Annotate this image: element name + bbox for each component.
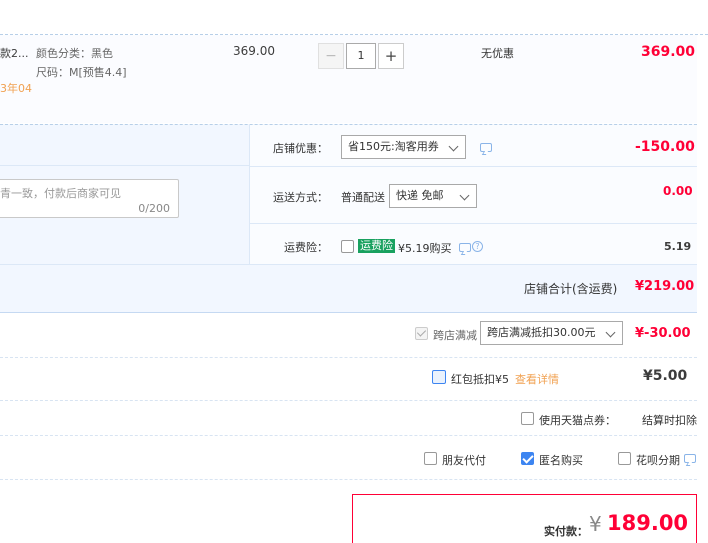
shipping-amount: 0.00 — [663, 184, 693, 198]
insurance-checkbox[interactable] — [341, 240, 354, 253]
shipping-label: 运送方式： — [273, 191, 328, 204]
right-panel-divider-1 — [250, 166, 697, 167]
insurance-badge: 运费险 — [358, 239, 395, 253]
chevron-down-icon — [448, 141, 459, 152]
shipping-select[interactable]: 快递 免邮 — [389, 184, 477, 208]
cross-store-amount: ¥-30.00 — [635, 326, 691, 341]
row-divider — [0, 435, 697, 436]
coupon-amount: -150.00 — [635, 139, 695, 155]
red-packet-checkbox[interactable] — [432, 370, 446, 384]
item-color-sku: 颜色分类：黑色 — [36, 47, 113, 60]
tmall-points-label: 使用天猫点券： — [539, 414, 616, 427]
item-size-sku: 尺码：M[预售4.4] — [36, 66, 127, 79]
huabei-checkbox[interactable] — [618, 452, 631, 465]
item-date: 3年04 — [0, 82, 32, 95]
chat-icon[interactable] — [684, 454, 696, 463]
row-divider — [0, 400, 697, 401]
anonymous-checkbox[interactable] — [521, 452, 534, 465]
cross-store-checkbox — [415, 327, 428, 340]
section-divider — [0, 312, 697, 313]
huabei-label: 花呗分期 — [636, 454, 680, 467]
anonymous-label: 匿名购买 — [539, 454, 583, 467]
help-icon[interactable]: ? — [472, 241, 483, 252]
friend-pay-label: 朋友代付 — [442, 454, 486, 467]
shipping-select-value: 快递 免邮 — [396, 189, 444, 202]
insurance-amount: 5.19 — [664, 240, 692, 253]
row-divider — [0, 479, 697, 480]
store-total-value: ¥219.00 — [635, 279, 695, 294]
tmall-points-checkbox[interactable] — [521, 412, 534, 425]
right-panel-divider-2 — [250, 223, 697, 224]
item-promo: 无优惠 — [481, 47, 514, 60]
message-counter: 0/200 — [138, 202, 170, 215]
chat-icon[interactable] — [459, 243, 471, 252]
buyer-message-textarea[interactable]: 青一致，付款后商家可见 0/200 — [0, 179, 179, 218]
cross-store-label: 跨店满减 — [433, 329, 477, 342]
insurance-label: 运费险： — [284, 241, 328, 254]
item-subtotal: 369.00 — [641, 44, 696, 60]
plus-icon: + — [384, 47, 398, 65]
cross-store-select[interactable]: 跨店满减抵扣30.00元 — [480, 321, 623, 345]
quantity-stepper: − 1 + — [318, 43, 404, 71]
coupon-select[interactable]: 省150元:淘客用券 — [341, 135, 466, 159]
unit-price: 369.00 — [233, 44, 275, 58]
quantity-input[interactable]: 1 — [346, 43, 376, 69]
chat-icon[interactable] — [480, 143, 492, 152]
item-name[interactable]: 款2... — [0, 45, 29, 61]
payment-amount: 189.00 — [607, 511, 689, 535]
chevron-down-icon — [459, 190, 470, 201]
insurance-price: ¥5.19购买 — [398, 242, 452, 255]
coupon-select-value: 省150元:淘客用券 — [348, 140, 439, 153]
tmall-points-note: 结算时扣除 — [642, 414, 697, 427]
message-placeholder: 青一致，付款后商家可见 — [0, 187, 121, 200]
row-divider — [0, 357, 697, 358]
quantity-increase-button[interactable]: + — [378, 43, 404, 69]
shipping-type: 普通配送 — [341, 191, 385, 204]
quantity-decrease-button[interactable]: − — [318, 43, 344, 69]
red-packet-details-link[interactable]: 查看详情 — [515, 371, 559, 387]
coupon-label: 店铺优惠： — [273, 142, 328, 155]
friend-pay-checkbox[interactable] — [424, 452, 437, 465]
panel-divider-left — [0, 165, 249, 166]
chevron-down-icon — [605, 327, 616, 338]
panel-divider-bottom — [0, 264, 697, 265]
payment-currency: ¥ — [589, 512, 602, 536]
minus-icon: − — [325, 48, 337, 64]
red-packet-amount: ¥5.00 — [643, 368, 688, 384]
store-total-label: 店铺合计(含运费) — [524, 282, 618, 296]
cross-store-select-value: 跨店满减抵扣30.00元 — [487, 326, 596, 339]
payment-label: 实付款： — [544, 525, 588, 538]
red-packet-label: 红包抵扣¥5 — [451, 373, 509, 386]
